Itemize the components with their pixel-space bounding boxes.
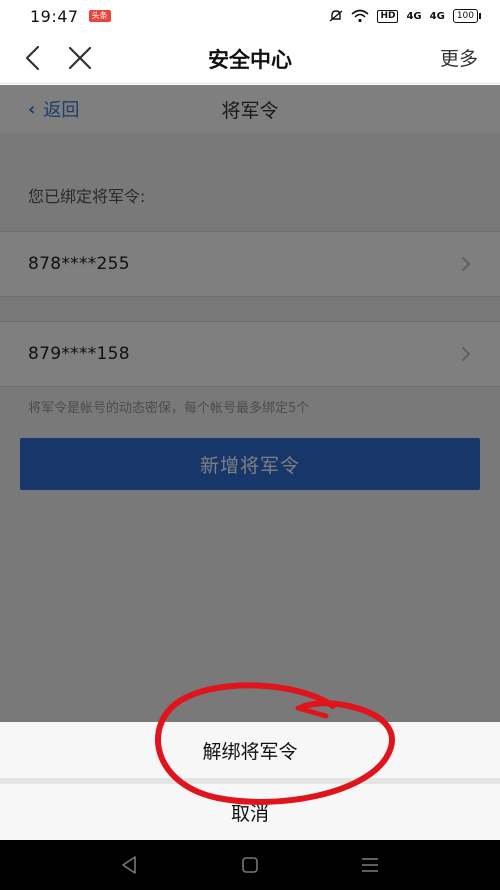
status-time: 19:47 (30, 6, 79, 26)
cancel-button[interactable]: 取消 (0, 784, 500, 840)
status-bar: 19:47 头条 HD 4G 4G 100 (0, 0, 500, 32)
signal-icon-2: 4G (429, 10, 445, 22)
nav-menu-icon[interactable] (360, 856, 380, 874)
navigation-bar (0, 840, 500, 890)
wifi-icon (351, 9, 369, 23)
hd-voice-icon: HD (377, 9, 399, 23)
nav-back-icon[interactable] (120, 855, 138, 875)
more-button[interactable]: 更多 (440, 44, 478, 71)
close-icon[interactable] (66, 44, 94, 72)
app-notification-badge: 头条 (88, 10, 111, 22)
title-bar: 安全中心 更多 (0, 32, 500, 84)
status-icons: HD 4G 4G 100 (329, 9, 482, 23)
nav-home-icon[interactable] (241, 856, 259, 874)
bell-mute-icon (330, 10, 343, 22)
action-sheet: 解绑将军令 取消 (0, 722, 500, 840)
battery-icon: 100 (452, 9, 482, 23)
signal-icon: 4G (406, 10, 422, 22)
unbind-token-button[interactable]: 解绑将军令 (0, 722, 500, 778)
back-arrow-icon[interactable] (20, 44, 46, 72)
